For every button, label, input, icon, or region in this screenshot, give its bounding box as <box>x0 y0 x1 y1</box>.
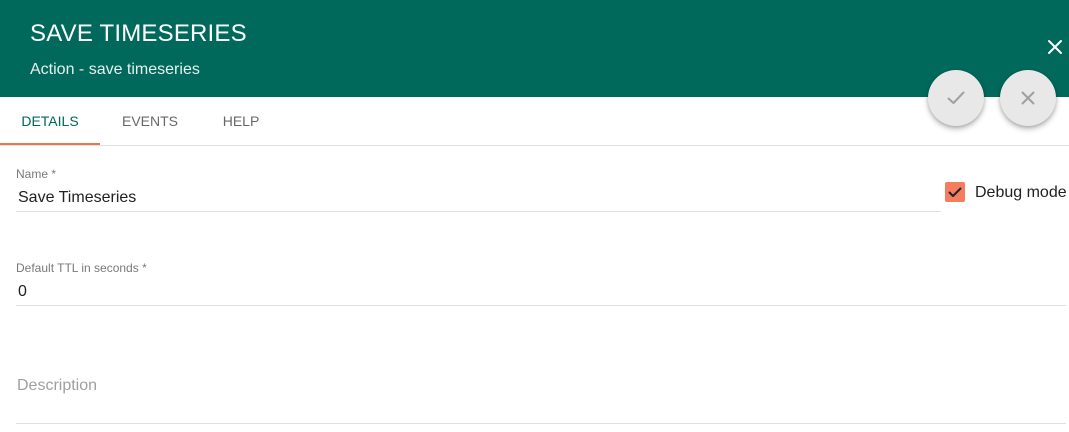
ttl-field[interactable]: 0 <box>18 283 27 301</box>
close-icon <box>1048 40 1062 54</box>
name-field-label: Name * <box>16 167 57 181</box>
ttl-field-label: Default TTL in seconds * <box>16 261 147 275</box>
close-dialog-button[interactable] <box>1041 33 1069 61</box>
name-field[interactable]: Save Timeseries <box>18 189 136 207</box>
dialog-header: SAVE TIMESERIES Action - save timeseries <box>0 0 1069 97</box>
tab-details[interactable]: DETAILS <box>0 97 100 145</box>
tab-help[interactable]: HELP <box>200 97 282 145</box>
tab-events[interactable]: EVENTS <box>100 97 200 145</box>
debug-mode-checkbox[interactable] <box>945 182 965 202</box>
debug-mode-label[interactable]: Debug mode <box>975 184 1067 202</box>
dialog-subtitle: Action - save timeseries <box>30 61 200 78</box>
description-field[interactable]: Description <box>17 377 97 395</box>
description-field-underline <box>16 423 1066 424</box>
ttl-field-underline <box>16 305 1066 306</box>
active-tab-indicator <box>0 143 100 145</box>
rule-node-dialog: SAVE TIMESERIES Action - save timeseries… <box>0 0 1069 432</box>
check-icon <box>948 187 962 197</box>
tab-bar: DETAILS EVENTS HELP <box>0 97 1069 146</box>
name-field-underline <box>16 211 941 212</box>
dialog-title: SAVE TIMESERIES <box>30 20 247 47</box>
